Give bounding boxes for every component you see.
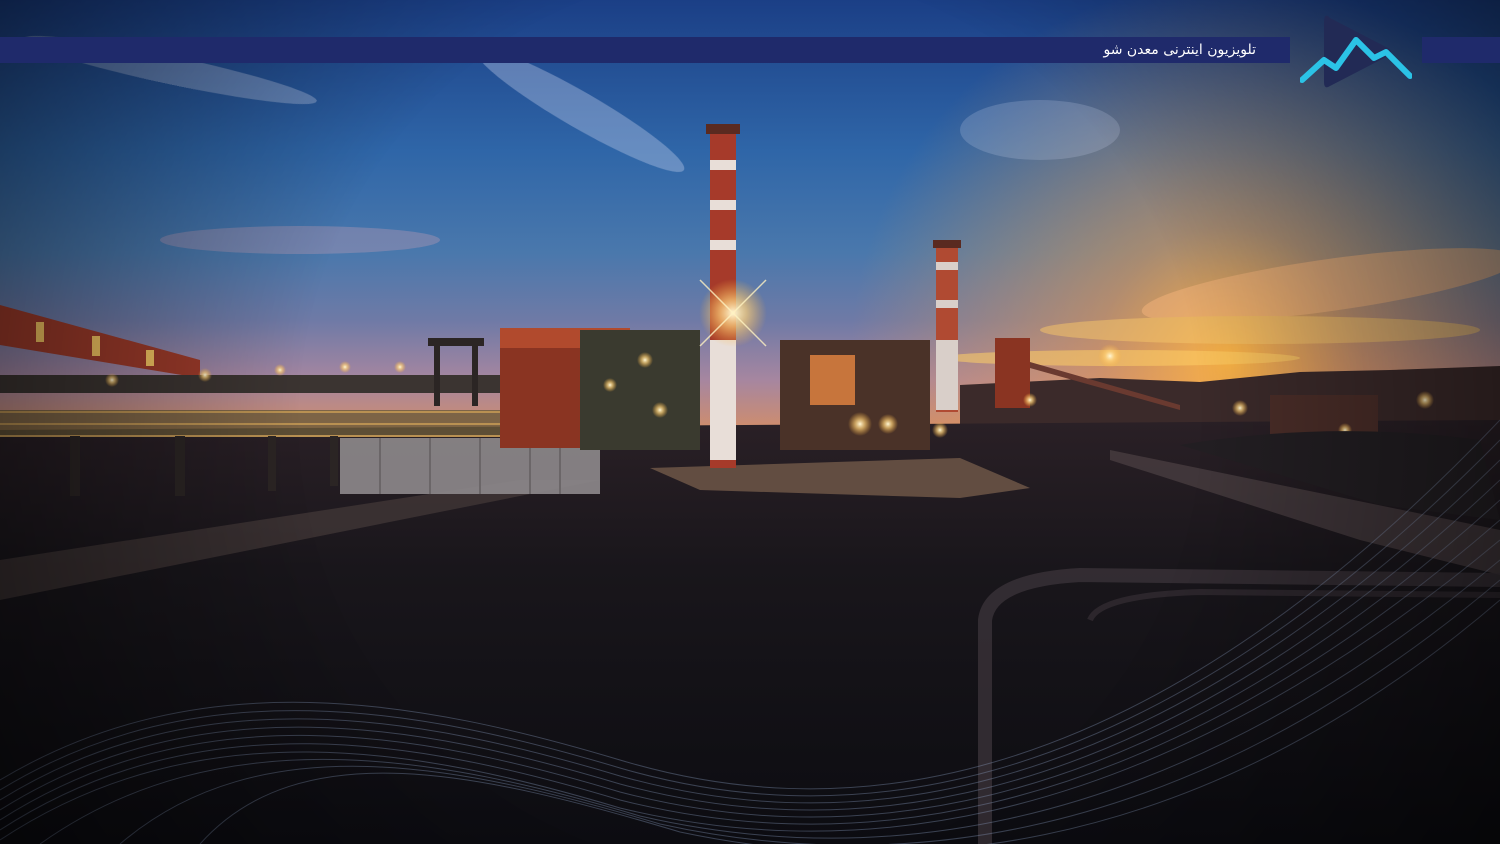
banner-right-stub — [1422, 37, 1500, 63]
play-mountain-logo-icon — [1299, 12, 1413, 92]
title-banner — [0, 37, 1290, 63]
channel-title: تلویزیون اینترنی معدن شو — [1103, 42, 1256, 58]
background-photo — [0, 0, 1500, 844]
